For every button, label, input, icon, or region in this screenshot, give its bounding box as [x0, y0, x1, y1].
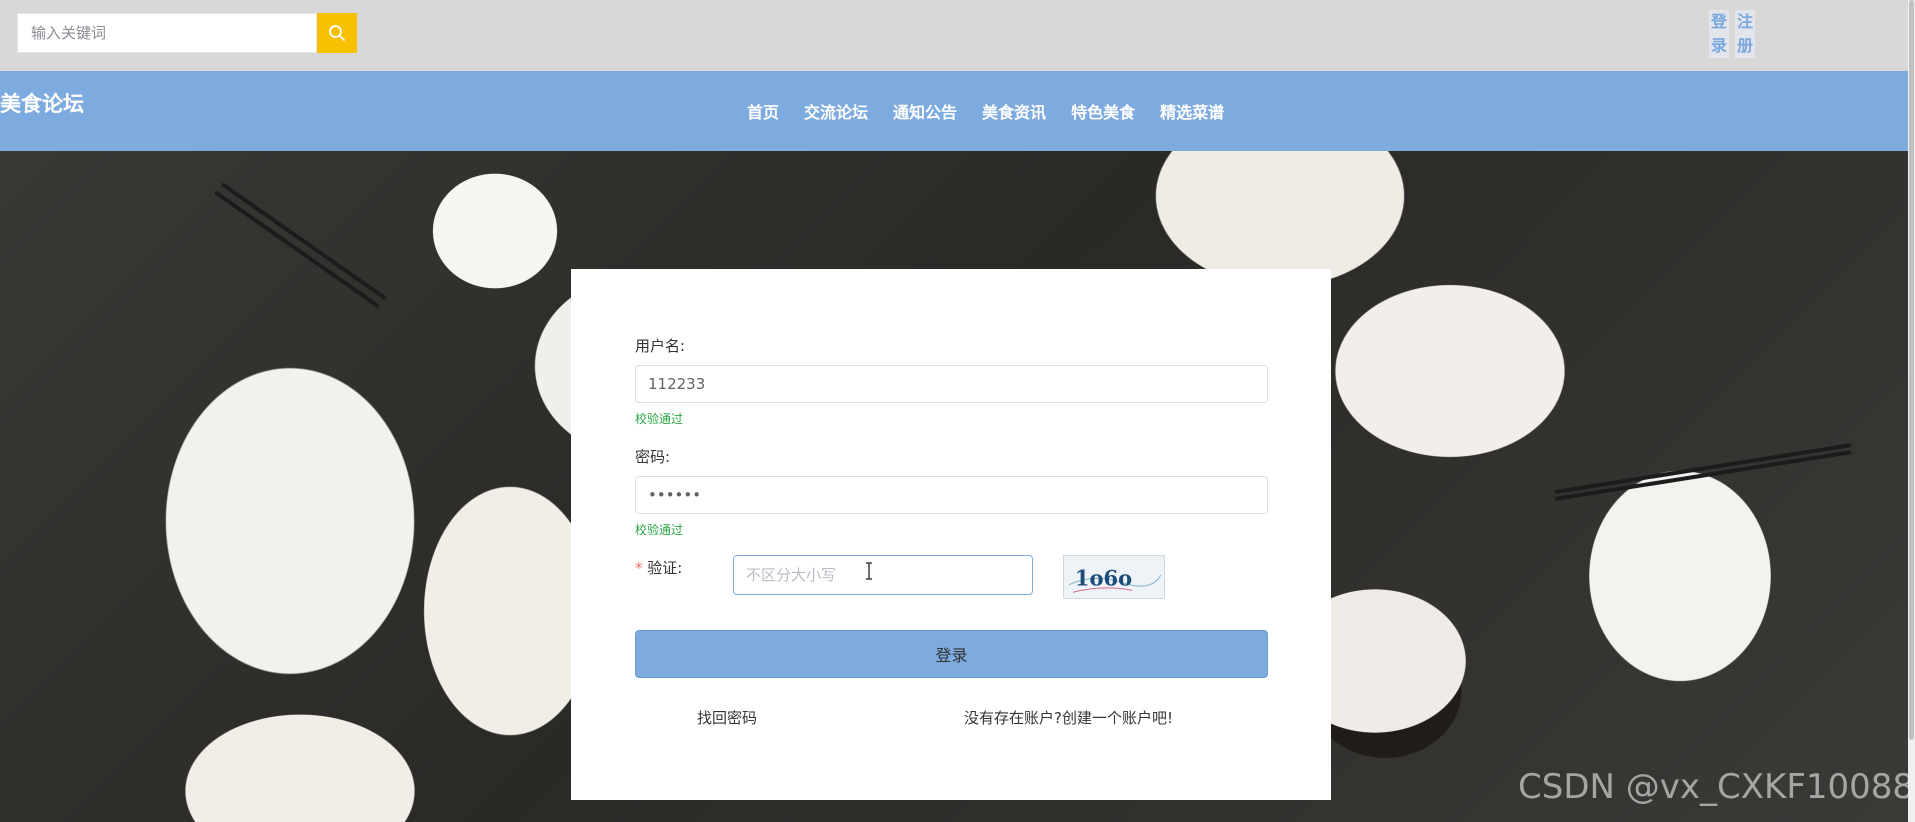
login-link[interactable]: 登录 [1709, 10, 1729, 58]
scrollbar-thumb[interactable] [1909, 0, 1914, 740]
text-cursor-icon [866, 562, 872, 580]
nav-item-home[interactable]: 首页 [747, 99, 779, 123]
nav-item-food-news[interactable]: 美食资讯 [982, 99, 1046, 123]
captcha-text: 1o6o [1075, 566, 1132, 591]
captcha-label-text: 验证: [647, 559, 683, 577]
site-logo[interactable]: 美食论坛 [0, 88, 84, 118]
nav-item-forum[interactable]: 交流论坛 [804, 99, 868, 123]
password-label: 密码: [635, 448, 671, 466]
captcha-input[interactable] [733, 555, 1033, 595]
forgot-password-link[interactable]: 找回密码 [697, 707, 757, 728]
nav-item-notices[interactable]: 通知公告 [893, 99, 957, 123]
password-field[interactable] [635, 476, 1268, 514]
password-validation-status: 校验通过 [635, 523, 684, 537]
search-icon [329, 25, 345, 41]
nav-item-specialty-food[interactable]: 特色美食 [1071, 99, 1135, 123]
search-input[interactable] [17, 13, 317, 53]
register-link[interactable]: 注册 [1735, 10, 1755, 58]
login-submit-button[interactable]: 登录 [635, 630, 1268, 678]
create-account-link[interactable]: 没有存在账户?创建一个账户吧! [964, 707, 1173, 728]
captcha-image[interactable]: 1o6o [1063, 555, 1165, 599]
search-button[interactable] [317, 13, 357, 53]
nav-item-recipes[interactable]: 精选菜谱 [1160, 99, 1224, 123]
main-nav: 首页 交流论坛 通知公告 美食资讯 特色美食 精选菜谱 [747, 99, 1249, 123]
username-validation-status: 校验通过 [635, 412, 684, 426]
username-field[interactable] [635, 365, 1268, 403]
watermark: CSDN @vx_CXKF10088 [1518, 767, 1915, 807]
username-label: 用户名: [635, 337, 686, 355]
captcha-label: * 验证: [635, 557, 682, 578]
required-mark: * [635, 559, 643, 577]
